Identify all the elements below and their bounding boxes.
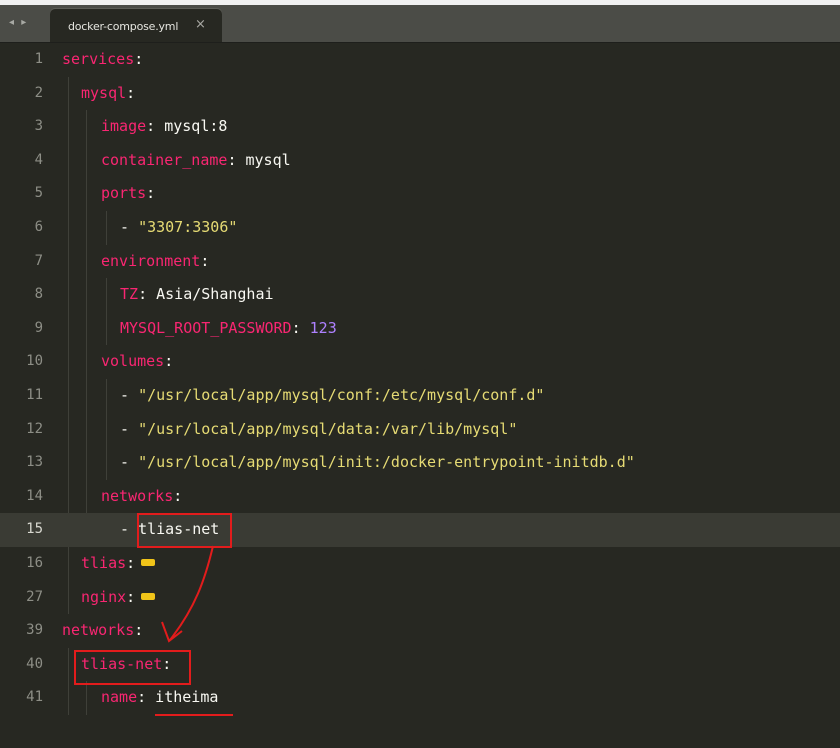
annotation-arrow-icon (161, 545, 214, 643)
